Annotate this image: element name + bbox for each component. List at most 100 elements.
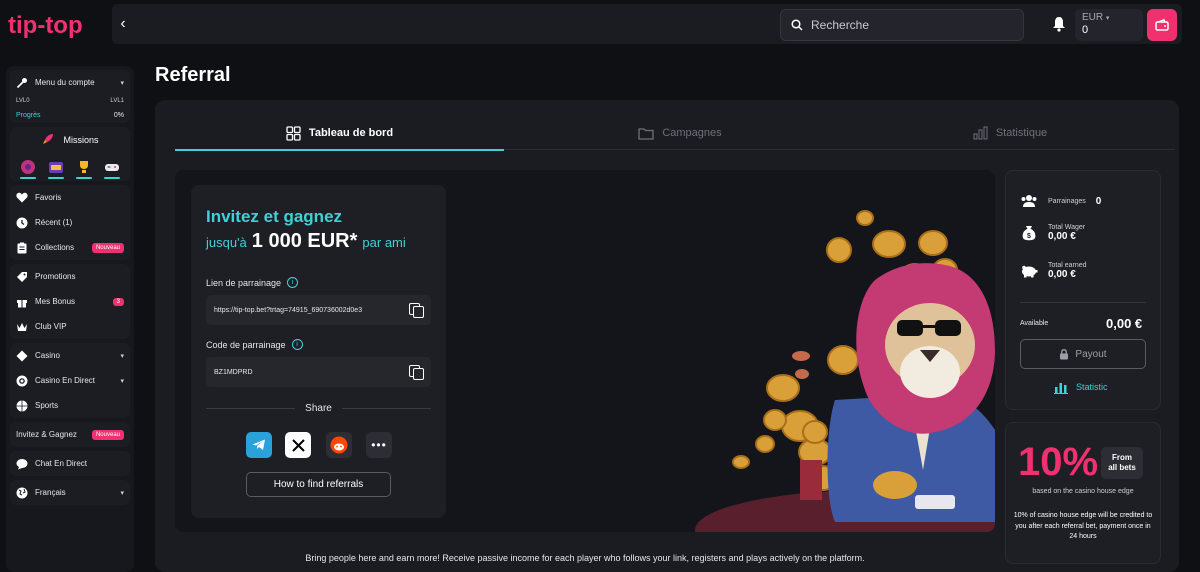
find-referrals-button[interactable]: How to find referrals: [246, 472, 391, 497]
total-wager-value: 0,00 €: [1048, 231, 1076, 242]
account-menu[interactable]: Menu du compte ▾: [10, 70, 130, 95]
level-progress: Progrès 0%: [10, 107, 130, 123]
info-icon[interactable]: i: [291, 339, 303, 350]
search-input[interactable]: Recherche: [780, 9, 1024, 41]
sidebar-item-live-chat[interactable]: Chat En Direct: [10, 451, 130, 476]
total-wager-label: Total Wager: [1048, 224, 1086, 231]
from-line1: From: [1112, 452, 1132, 462]
tip-top-logo[interactable]: tip-top: [8, 8, 88, 40]
total-earned-label: Total earned: [1048, 262, 1087, 269]
share-label: Share: [305, 403, 332, 414]
referrals-label: Parrainages: [1048, 197, 1086, 205]
total-wager-stat: $ Total Wager 0,00 €: [1020, 224, 1085, 242]
telegram-share-button[interactable]: [246, 432, 272, 458]
reddit-share-button[interactable]: [326, 432, 352, 458]
chevron-down-icon: ▾: [120, 352, 124, 360]
statistic-label: Statistic: [1076, 382, 1108, 392]
progress-value: 0%: [113, 111, 124, 119]
tab-label: Statistique: [995, 127, 1048, 139]
level-end: LVL1: [110, 98, 124, 104]
sidebar-item-label: Récent (1): [35, 218, 73, 227]
tab-dashboard[interactable]: Tableau de bord: [175, 116, 504, 151]
sidebar-item-label: Promotions: [35, 272, 76, 281]
sidebar-item-label: Casino En Direct: [35, 376, 96, 385]
x-icon: [291, 438, 305, 452]
sidebar-item-vip[interactable]: Club VIP: [10, 314, 130, 339]
gift-icon: [16, 296, 28, 308]
chevron-down-icon: ▾: [120, 79, 124, 87]
bar-chart-icon: [1054, 383, 1068, 394]
sidebar-item-collections[interactable]: Collections Nouveau: [10, 235, 130, 260]
referral-link-label: Lien de parrainage i: [206, 277, 299, 288]
top-bar: tip-top ‹ Recherche EUR ▾ 0: [0, 0, 1200, 48]
search-placeholder: Recherche: [811, 18, 870, 32]
invite-prefix: jusqu'à: [206, 235, 247, 250]
back-chevron-icon[interactable]: ‹: [112, 4, 134, 44]
sidebar-item-label: Club VIP: [35, 322, 67, 331]
tab-statistics[interactable]: Statistique: [845, 116, 1175, 150]
page-title: Referral: [155, 64, 231, 86]
total-earned-value: 0,00 €: [1048, 269, 1076, 280]
mission-wheel-icon[interactable]: [18, 155, 38, 179]
available-label: Available: [1020, 320, 1049, 327]
sidebar-item-label: Casino: [35, 351, 60, 360]
new-badge: Nouveau: [91, 242, 124, 253]
missions-label: Missions: [63, 135, 99, 145]
tab-label: Campagnes: [662, 127, 722, 139]
chevron-down-icon: ▾: [120, 489, 124, 497]
referral-code-field[interactable]: BZ1MDPRD: [206, 357, 431, 387]
telegram-icon: [252, 439, 265, 450]
money-bag-icon: $: [1020, 224, 1038, 242]
progress-label: Progrès: [16, 111, 41, 119]
total-earned-stat: Total earned 0,00 €: [1020, 262, 1087, 280]
level-start: LVL0: [16, 98, 30, 104]
invite-subtitle: jusqu'à 1 000 EUR* par ami: [206, 230, 406, 253]
language-selector[interactable]: Français ▾: [10, 480, 130, 505]
sidebar-item-casino[interactable]: Casino ▾: [10, 343, 130, 368]
copy-icon[interactable]: [409, 365, 424, 380]
sidebar-item-bonuses[interactable]: Mes Bonus 3: [10, 289, 130, 314]
commission-description: 10% of casino house edge will be credite…: [1013, 512, 1153, 540]
sidebar-item-promotions[interactable]: Promotions: [10, 264, 130, 289]
sidebar-item-label: Sports: [35, 401, 59, 410]
more-icon: •••: [371, 438, 387, 452]
mission-gamepad-icon[interactable]: [102, 155, 122, 179]
bell-icon[interactable]: [1052, 16, 1066, 32]
mission-icons: [10, 153, 130, 181]
sidebar-item-invite[interactable]: Invitez & Gagnez Nouveau: [10, 422, 130, 447]
sidebar-item-live-casino[interactable]: Casino En Direct ▾: [10, 368, 130, 393]
missions-button[interactable]: Missions: [10, 127, 130, 153]
referral-code-label: Code de parrainage i: [206, 339, 303, 350]
copy-icon[interactable]: [409, 303, 424, 318]
bonus-count-badge: 3: [112, 297, 124, 306]
sidebar-item-favorites[interactable]: Favoris: [10, 185, 130, 210]
invite-amount: 1 000 EUR*: [251, 230, 358, 252]
tag-icon: [16, 271, 28, 283]
rocket-icon: [41, 132, 55, 148]
x-share-button[interactable]: [285, 432, 311, 458]
mission-trophy-icon[interactable]: [74, 155, 94, 179]
sidebar-item-label: Chat En Direct: [35, 459, 88, 468]
payout-label: Payout: [1075, 348, 1107, 360]
payout-button[interactable]: Payout: [1020, 339, 1146, 369]
invite-suffix: par ami: [362, 235, 406, 250]
new-badge: Nouveau: [91, 429, 124, 440]
more-share-button[interactable]: •••: [366, 432, 392, 458]
info-icon[interactable]: i: [287, 277, 299, 288]
sidebar-item-sports[interactable]: Sports: [10, 393, 130, 418]
clipboard-icon: [16, 242, 28, 254]
mission-slot-icon[interactable]: [46, 155, 66, 179]
referral-link-field[interactable]: https://tip-top.bet?trtag=74915_69073600…: [206, 295, 431, 325]
wallet-button[interactable]: [1147, 9, 1177, 41]
balance-value: 0: [1082, 24, 1089, 36]
wallet-balance[interactable]: EUR ▾ 0: [1075, 9, 1143, 41]
sidebar-item-recent[interactable]: Récent (1): [10, 210, 130, 235]
tab-bar: Tableau de bord Campagnes Statistique: [175, 116, 1175, 151]
tab-campaigns[interactable]: Campagnes: [515, 116, 845, 150]
chevron-down-icon: ▾: [1105, 15, 1110, 22]
statistic-link[interactable]: Statistic: [1054, 380, 1108, 394]
currency-label: EUR: [1082, 12, 1104, 23]
sidebar: Menu du compte ▾ LVL0 LVL1 Progrès 0% Mi…: [6, 66, 134, 572]
invite-title: Invitez et gagnez: [206, 207, 343, 226]
reddit-icon: [330, 436, 348, 454]
